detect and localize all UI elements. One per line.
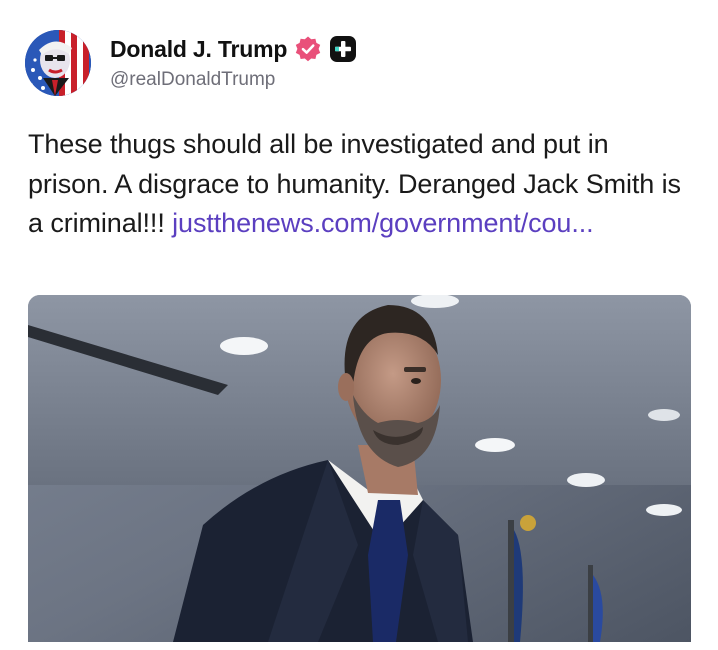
post-card: Donald J. Trump @realDonaldTrump These t… bbox=[0, 0, 718, 650]
author-identity: Donald J. Trump @realDonaldTrump bbox=[110, 30, 357, 96]
name-row: Donald J. Trump bbox=[110, 33, 357, 65]
avatar[interactable] bbox=[25, 30, 91, 96]
plus-badge-icon bbox=[329, 35, 357, 63]
post-link[interactable]: justthenews.com/government/cou... bbox=[172, 208, 594, 238]
photo-man-in-suit-image-icon bbox=[28, 295, 691, 642]
author-display-name[interactable]: Donald J. Trump bbox=[110, 36, 287, 63]
post-text: These thugs should all be investigated a… bbox=[28, 125, 693, 244]
post-header: Donald J. Trump @realDonaldTrump bbox=[25, 30, 357, 96]
post-media[interactable] bbox=[28, 295, 691, 642]
verified-badge-icon bbox=[294, 35, 322, 63]
author-handle[interactable]: @realDonaldTrump bbox=[110, 69, 357, 91]
profile-portrait-avatar-icon bbox=[25, 30, 91, 96]
